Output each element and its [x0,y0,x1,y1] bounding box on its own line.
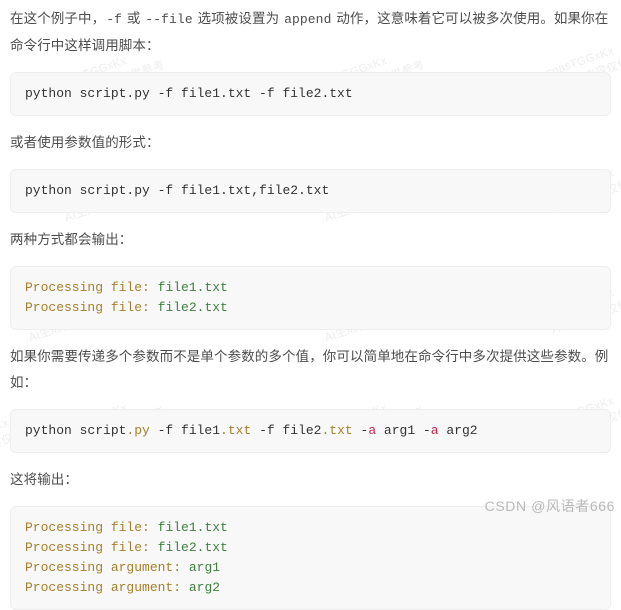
code-line: Processing file: file1.txt [25,518,596,538]
code-line: Processing argument: arg1 [25,558,596,578]
code-line: python script.py -f file1.txt -f file2.t… [25,84,596,104]
code-token: python script [25,423,127,438]
code-block-4[interactable]: python script.py -f file1.txt -f file2.t… [10,409,611,453]
code-token: file1.txt [157,280,228,295]
paragraph-multiple-args: 如果你需要传递多个参数而不是单个参数的多个值，你可以简单地在命令行中多次提供这些… [10,349,609,390]
code-token: arg2 [438,423,478,438]
code-token: .py [126,423,150,438]
inline-code-file-flag: --file [145,12,193,27]
paragraph-will-output: 这将输出： [10,472,78,487]
code-token: file2.txt [157,540,228,555]
code-token: .txt [321,423,353,438]
paragraph-intro-text-3: 选项被设置为 [193,11,284,26]
paragraph-both-output: 两种方式都会输出： [10,232,133,247]
code-line: python script.py -f file1.txt,file2.txt [25,181,596,201]
code-block-1[interactable]: python script.py -f file1.txt -f file2.t… [10,72,611,116]
code-block-3-output[interactable]: Processing file: file1.txt Processing fil… [10,266,611,330]
inline-code-f-flag: -f [106,12,123,27]
code-token: Processing argument: [25,560,182,575]
code-line: Processing file: file2.txt [25,298,596,318]
csdn-signature: CSDN @风语者666 [484,498,615,514]
article-content: 在这个例子中，-f 或 --file 选项被设置为 append 动作，这意味着… [0,0,621,610]
code-token: Processing argument: [25,580,182,595]
code-token: Processing file: [25,520,150,535]
paragraph-intro-text-1: 在这个例子中， [10,11,106,26]
code-token: Processing file: [25,300,150,315]
code-token: -f file1 [149,423,221,438]
code-token: Processing file: [25,280,150,295]
code-block-5-output[interactable]: Processing file: file1.txt Processing fil… [10,506,611,610]
code-token: .txt [220,423,252,438]
paragraph-alt-form: 或者使用参数值的形式： [10,135,160,150]
code-token: a [368,423,377,438]
code-line: Processing file: file2.txt [25,538,596,558]
code-token: Processing file: [25,540,150,555]
code-line: python script.py -f file1.txt -f file2.t… [25,421,596,441]
code-token: file1.txt [157,520,228,535]
code-token: python script.py -f file1.txt -f file2.t… [25,86,353,101]
code-line: Processing argument: arg2 [25,578,596,598]
code-token: -f file2 [251,423,322,438]
code-token: python script.py -f file1.txt,file2.txt [25,183,330,198]
inline-code-append: append [284,12,332,27]
code-block-2[interactable]: python script.py -f file1.txt,file2.txt [10,169,611,213]
code-token: file2.txt [157,300,228,315]
code-token: a [430,423,439,438]
code-line: Processing file: file1.txt [25,278,596,298]
paragraph-intro-text-2: 或 [123,11,145,26]
code-token: arg1 - [376,423,431,438]
code-token: - [352,423,369,438]
code-token: arg1 [188,560,221,575]
paragraph-intro: 在这个例子中，-f 或 --file 选项被设置为 append 动作，这意味着… [10,6,611,59]
code-token: arg2 [188,580,221,595]
